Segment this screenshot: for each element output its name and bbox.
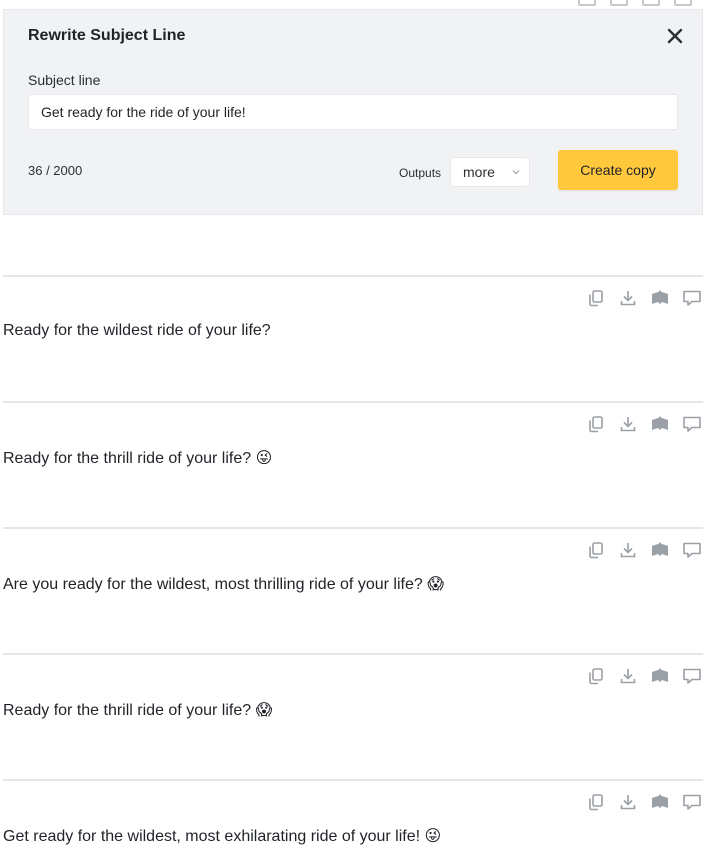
download-button[interactable]	[617, 539, 639, 561]
chevron-down-icon	[512, 170, 520, 175]
save-icon[interactable]	[642, 0, 660, 6]
save-icon	[652, 668, 668, 682]
comment-icon	[683, 668, 701, 684]
save-button[interactable]	[649, 539, 671, 561]
copy-icon	[589, 542, 603, 559]
emoji: 😜	[424, 828, 442, 845]
result-item: Get ready for the wildest, most exhilara…	[3, 779, 703, 867]
save-button[interactable]	[649, 287, 671, 309]
comment-icon	[683, 290, 701, 306]
download-icon	[620, 795, 636, 810]
result-actions	[585, 413, 703, 435]
create-copy-button[interactable]: Create copy	[558, 150, 678, 190]
subject-line-input[interactable]	[28, 94, 678, 130]
outputs-selected-value: more	[463, 164, 495, 180]
result-item: Ready for the wildest ride of your life?	[3, 275, 703, 401]
download-icon	[620, 417, 636, 432]
comment-icon[interactable]	[674, 0, 692, 6]
result-text: Ready for the wildest ride of your life?	[3, 322, 271, 340]
copy-icon	[589, 416, 603, 433]
comment-button[interactable]	[681, 287, 703, 309]
save-icon	[652, 290, 668, 304]
comment-button[interactable]	[681, 539, 703, 561]
download-icon	[620, 669, 636, 684]
save-icon	[652, 542, 668, 556]
comment-button[interactable]	[681, 791, 703, 813]
comment-button[interactable]	[681, 413, 703, 435]
copy-button[interactable]	[585, 539, 607, 561]
download-icon[interactable]	[610, 0, 628, 6]
character-counter: 36 / 2000	[28, 163, 83, 178]
emoji: 😜	[255, 450, 273, 467]
copy-button[interactable]	[585, 413, 607, 435]
comment-button[interactable]	[681, 665, 703, 687]
result-actions	[585, 287, 703, 309]
result-copy: Ready for the thrill ride of your life?	[3, 702, 252, 719]
close-icon	[667, 28, 683, 44]
result-copy: Get ready for the wildest, most exhilara…	[3, 828, 421, 845]
result-copy: Ready for the wildest ride of your life?	[3, 322, 271, 339]
result-text: Ready for the thrill ride of your life? …	[3, 448, 272, 468]
download-icon	[620, 291, 636, 306]
emoji: 😱	[255, 702, 273, 719]
download-button[interactable]	[617, 665, 639, 687]
outputs-label: Outputs	[399, 166, 442, 180]
comment-icon	[683, 416, 701, 432]
result-copy: Ready for the thrill ride of your life?	[3, 450, 252, 467]
close-button[interactable]	[664, 25, 686, 47]
save-icon	[652, 416, 668, 430]
comment-icon	[683, 542, 701, 558]
save-icon	[652, 794, 668, 808]
result-text: Get ready for the wildest, most exhilara…	[3, 826, 441, 846]
panel-title: Rewrite Subject Line	[28, 27, 186, 44]
copy-button[interactable]	[585, 791, 607, 813]
outputs-select[interactable]: more	[450, 157, 530, 187]
result-text: Ready for the thrill ride of your life? …	[3, 700, 272, 720]
page: Rewrite Subject Line Subject line 36 / 2…	[0, 0, 710, 867]
save-button[interactable]	[649, 413, 671, 435]
copy-button[interactable]	[585, 287, 607, 309]
comment-icon	[683, 794, 701, 810]
save-button[interactable]	[649, 665, 671, 687]
copy-icon[interactable]	[578, 0, 596, 6]
result-actions	[585, 791, 703, 813]
result-item: Are you ready for the wildest, most thri…	[3, 527, 703, 653]
save-button[interactable]	[649, 791, 671, 813]
copy-icon	[589, 794, 603, 811]
result-actions	[585, 665, 703, 687]
copy-button[interactable]	[585, 665, 607, 687]
result-actions	[585, 539, 703, 561]
subject-line-label: Subject line	[28, 72, 101, 88]
copy-icon	[589, 668, 603, 685]
copy-icon	[589, 290, 603, 307]
download-icon	[620, 543, 636, 558]
result-copy: Are you ready for the wildest, most thri…	[3, 576, 423, 593]
result-item: Ready for the thrill ride of your life? …	[3, 401, 703, 527]
download-button[interactable]	[617, 791, 639, 813]
result-text: Are you ready for the wildest, most thri…	[3, 574, 444, 594]
rewrite-panel: Rewrite Subject Line Subject line 36 / 2…	[3, 9, 703, 215]
emoji: 😱	[427, 576, 444, 593]
download-button[interactable]	[617, 287, 639, 309]
result-item: Ready for the thrill ride of your life? …	[3, 653, 703, 779]
download-button[interactable]	[617, 413, 639, 435]
